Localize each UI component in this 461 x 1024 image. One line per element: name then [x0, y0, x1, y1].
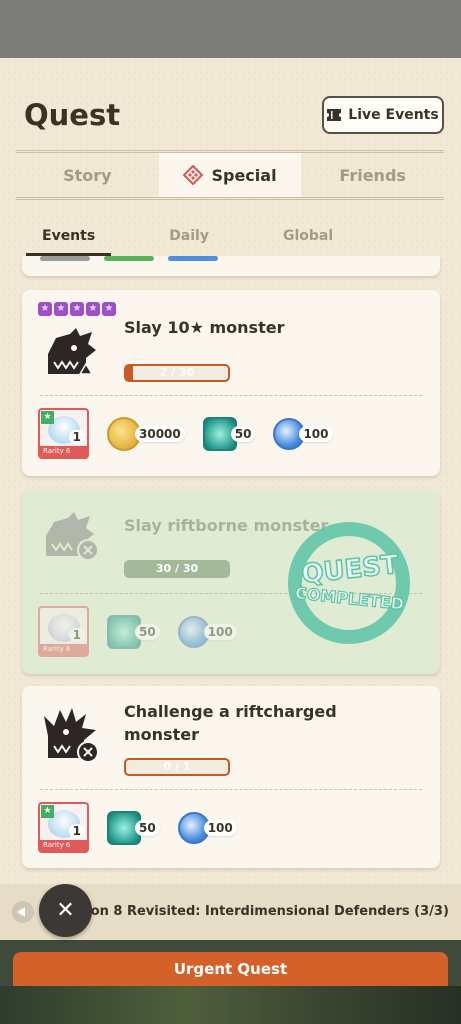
tab-special-label: Special [211, 165, 277, 185]
reward-qty: 50 [135, 623, 160, 640]
event-name: Season 8 Revisited: Interdimensional Def… [56, 904, 449, 919]
sub-tabs: Events Daily Global [26, 226, 391, 256]
reward-qty: 100 [299, 425, 333, 442]
star-icon: ★ [102, 302, 116, 316]
reward-rarity-item[interactable]: ★ Rarity 6 1 [38, 408, 89, 459]
divider [40, 395, 422, 396]
star-rating: ★ ★ ★ ★ ★ [38, 302, 116, 316]
quest-title: Slay 10★ monster [124, 318, 285, 337]
close-button[interactable]: ✕ [39, 884, 92, 937]
tab-friends-label: Friends [339, 165, 406, 185]
reward-qty: 30000 [135, 425, 185, 442]
progress-text: 0 / 1 [163, 760, 191, 773]
quest-title-line2: monster [124, 725, 199, 744]
stamp-line1: QUEST [300, 550, 400, 590]
reward-qty: 50 [230, 425, 256, 442]
riftcharged-monster-icon [44, 708, 99, 763]
page-title: Quest [24, 98, 121, 132]
reward-orb[interactable]: 100 [273, 417, 333, 450]
subtab-events[interactable]: Events [26, 226, 112, 256]
reward-rarity-item[interactable]: Rarity 6 1 [38, 606, 89, 657]
reward-qty: 1 [68, 628, 85, 642]
stamp-line2: COMPLETED [294, 583, 405, 613]
progress-text: 30 / 30 [155, 562, 199, 575]
rarity-label: Rarity 6 [40, 644, 87, 655]
quest-completed-stamp: QUEST COMPLETED [288, 522, 410, 644]
reward-list: ★ Rarity 6 1 30000 50 100 [38, 408, 351, 459]
reward-qty: 1 [68, 824, 85, 838]
urgent-quest-button[interactable]: Urgent Quest [13, 952, 448, 988]
quest-title-line1: Challenge a riftcharged [124, 702, 337, 721]
quest-progress-bar: 2 / 30 [124, 364, 230, 382]
reward-zenny[interactable]: 30000 [107, 416, 185, 451]
reward-qty: 100 [203, 819, 237, 836]
star-icon: ★ [54, 302, 68, 316]
reward-qty: 1 [68, 430, 85, 444]
divider [40, 789, 422, 790]
reward-orb[interactable]: 100 [177, 615, 237, 648]
rarity-label: Rarity 6 [40, 840, 87, 851]
previous-event-button[interactable] [12, 901, 34, 923]
rarity-pill [104, 256, 154, 261]
previous-card-edge [22, 256, 440, 276]
quest-panel: Quest Live Events Story Special Friends … [0, 58, 461, 890]
rarity-item-icon: ★ Rarity 6 1 [38, 408, 89, 459]
riftborne-monster-icon [46, 512, 99, 561]
quest-card[interactable]: ★ ★ ★ ★ ★ Slay 10★ monster 2 / 30 ★ Rari… [22, 290, 440, 476]
progress-text: 2 / 30 [159, 366, 195, 379]
star-icon: ★ [70, 302, 84, 316]
special-diamond-icon [183, 165, 204, 185]
quest-card[interactable]: Challenge a riftcharged monster 0 / 1 ★ … [22, 686, 440, 868]
live-events-button[interactable]: Live Events [322, 96, 444, 134]
reward-rarity-item[interactable]: ★ Rarity 6 1 [38, 802, 89, 853]
reward-medal[interactable]: 50 [107, 810, 160, 845]
reward-medal[interactable]: 50 [107, 614, 160, 649]
rarity-item-icon: ★ Rarity 6 1 [38, 802, 89, 853]
subtab-global[interactable]: Global [267, 226, 349, 256]
quest-progress-bar: 30 / 30 [124, 560, 230, 578]
reward-list: Rarity 6 1 50 100 [38, 606, 255, 657]
reward-medal[interactable]: 50 [202, 416, 256, 451]
reward-qty: 50 [135, 819, 160, 836]
quest-progress-bar: 0 / 1 [124, 758, 230, 776]
tab-story[interactable]: Story [16, 153, 159, 197]
reward-orb[interactable]: 100 [177, 811, 237, 844]
reward-list: ★ Rarity 6 1 50 100 [38, 802, 255, 853]
live-events-label: Live Events [348, 107, 439, 123]
star-icon: ★ [38, 302, 52, 316]
star-icon: ★ [86, 302, 100, 316]
background-scenery [0, 986, 461, 1024]
subtab-daily[interactable]: Daily [153, 226, 225, 256]
rarity-pill [40, 256, 90, 261]
tab-story-label: Story [63, 165, 112, 185]
tab-special[interactable]: Special [158, 153, 302, 197]
rarity-label: Rarity 6 [40, 446, 87, 457]
quest-card-completed[interactable]: Slay riftborne monster 30 / 30 Rarity 6 … [22, 490, 440, 674]
rarity-item-icon: Rarity 6 1 [38, 606, 89, 657]
rarity-pill [168, 256, 218, 261]
reward-qty: 100 [203, 623, 237, 640]
tab-friends[interactable]: Friends [301, 153, 444, 197]
ticket-icon [327, 109, 342, 121]
status-bar-area [0, 0, 461, 58]
monster-head-icon [48, 328, 96, 375]
quest-tabs: Story Special Friends [16, 150, 444, 200]
